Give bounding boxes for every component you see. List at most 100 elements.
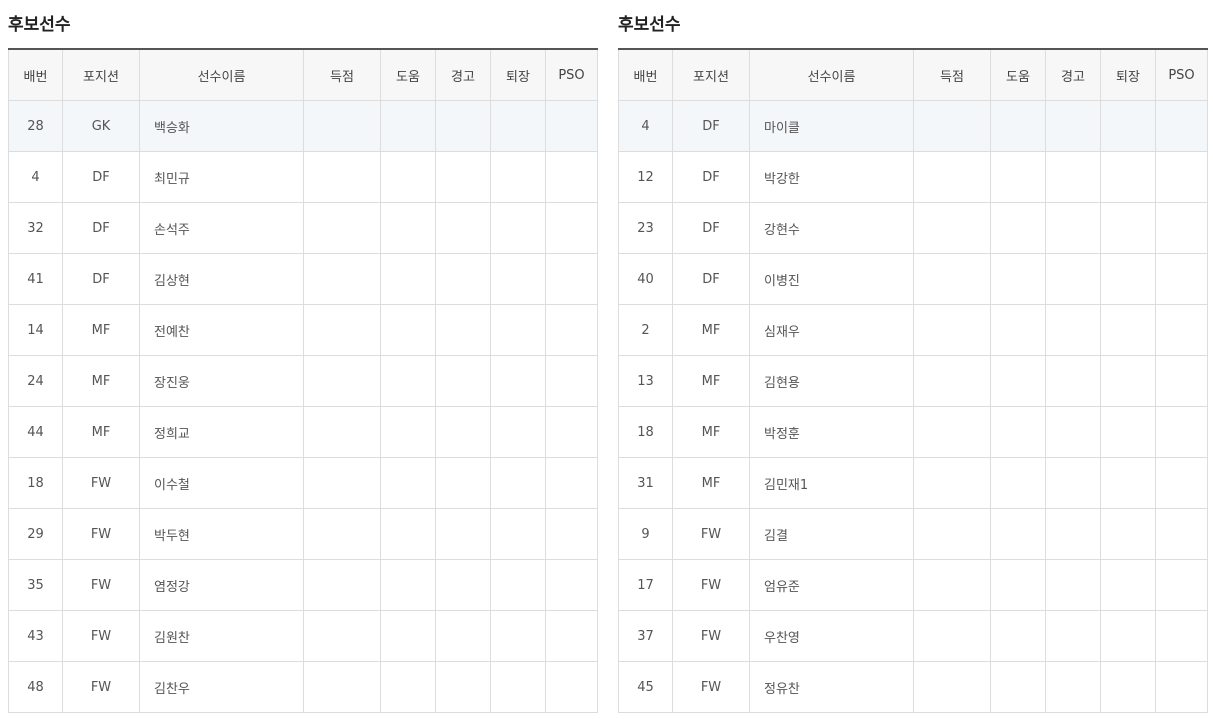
cell-yellow-cards (435, 457, 491, 509)
cell-player-name: 백승화 (139, 100, 304, 152)
cell-pso (545, 151, 598, 203)
cell-position: GK (62, 100, 140, 152)
cell-red-cards (490, 406, 546, 458)
cell-player-name: 김결 (749, 508, 914, 560)
table-row[interactable]: 43 FW 김원찬 (8, 610, 598, 662)
cell-red-cards (1100, 304, 1156, 356)
table-row[interactable]: 24 MF 장진웅 (8, 355, 598, 407)
cell-goals (913, 508, 991, 560)
cell-assists (380, 304, 436, 356)
table-row[interactable]: 18 FW 이수철 (8, 457, 598, 509)
cell-player-name: 강현수 (749, 202, 914, 254)
cell-yellow-cards (1045, 457, 1101, 509)
header-number: 배번 (618, 48, 673, 101)
substitutes-table: 배번 포지션 선수이름 득점 도움 경고 퇴장 PSO 28 GK 백승화 4 DF 최민… (8, 48, 598, 713)
table-row[interactable]: 23 DF 강현수 (618, 202, 1208, 254)
cell-player-name: 정유찬 (749, 661, 914, 713)
table-row[interactable]: 4 DF 최민규 (8, 151, 598, 203)
cell-pso (1155, 406, 1208, 458)
table-row[interactable]: 35 FW 염정강 (8, 559, 598, 611)
cell-number: 4 (618, 100, 673, 152)
cell-number: 41 (8, 253, 63, 305)
table-row[interactable]: 9 FW 김결 (618, 508, 1208, 560)
cell-position: FW (62, 661, 140, 713)
cell-pso (545, 508, 598, 560)
cell-assists (990, 151, 1046, 203)
table-row[interactable]: 45 FW 정유찬 (618, 661, 1208, 713)
table-row[interactable]: 41 DF 김상현 (8, 253, 598, 305)
cell-assists (380, 151, 436, 203)
cell-assists (380, 406, 436, 458)
cell-yellow-cards (435, 610, 491, 662)
cell-yellow-cards (1045, 100, 1101, 152)
cell-assists (990, 253, 1046, 305)
cell-red-cards (1100, 610, 1156, 662)
cell-red-cards (490, 661, 546, 713)
cell-yellow-cards (1045, 661, 1101, 713)
cell-assists (990, 355, 1046, 407)
cell-position: MF (672, 355, 750, 407)
cell-red-cards (490, 304, 546, 356)
table-row[interactable]: 12 DF 박강한 (618, 151, 1208, 203)
cell-yellow-cards (435, 100, 491, 152)
cell-yellow-cards (435, 508, 491, 560)
table-row[interactable]: 2 MF 심재우 (618, 304, 1208, 356)
cell-assists (990, 100, 1046, 152)
table-header-row: 배번 포지션 선수이름 득점 도움 경고 퇴장 PSO (8, 48, 598, 101)
table-row[interactable]: 28 GK 백승화 (8, 100, 598, 152)
cell-player-name: 손석주 (139, 202, 304, 254)
cell-red-cards (1100, 559, 1156, 611)
cell-position: FW (672, 661, 750, 713)
cell-yellow-cards (435, 304, 491, 356)
table-row[interactable]: 29 FW 박두현 (8, 508, 598, 560)
cell-goals (913, 559, 991, 611)
cell-red-cards (1100, 355, 1156, 407)
header-player-name: 선수이름 (749, 48, 914, 101)
cell-player-name: 심재우 (749, 304, 914, 356)
cell-player-name: 엄유준 (749, 559, 914, 611)
table-row[interactable]: 48 FW 김찬우 (8, 661, 598, 713)
table-row[interactable]: 14 MF 전예찬 (8, 304, 598, 356)
header-position: 포지션 (672, 48, 750, 101)
cell-pso (1155, 355, 1208, 407)
cell-assists (990, 610, 1046, 662)
table-row[interactable]: 32 DF 손석주 (8, 202, 598, 254)
cell-yellow-cards (1045, 355, 1101, 407)
cell-red-cards (490, 253, 546, 305)
cell-position: FW (62, 457, 140, 509)
cell-pso (545, 304, 598, 356)
table-row[interactable]: 31 MF 김민재1 (618, 457, 1208, 509)
cell-number: 32 (8, 202, 63, 254)
cell-number: 4 (8, 151, 63, 203)
cell-number: 40 (618, 253, 673, 305)
cell-red-cards (1100, 253, 1156, 305)
cell-number: 12 (618, 151, 673, 203)
cell-number: 18 (618, 406, 673, 458)
header-goals: 득점 (303, 48, 381, 101)
cell-goals (303, 100, 381, 152)
cell-goals (303, 610, 381, 662)
table-row[interactable]: 18 MF 박정훈 (618, 406, 1208, 458)
table-row[interactable]: 13 MF 김현용 (618, 355, 1208, 407)
cell-goals (913, 610, 991, 662)
table-row[interactable]: 37 FW 우찬영 (618, 610, 1208, 662)
cell-red-cards (490, 202, 546, 254)
substitutes-table: 배번 포지션 선수이름 득점 도움 경고 퇴장 PSO 4 DF 마이클 12 DF 박강… (618, 48, 1208, 713)
table-row[interactable]: 44 MF 정희교 (8, 406, 598, 458)
cell-number: 23 (618, 202, 673, 254)
table-row[interactable]: 17 FW 엄유준 (618, 559, 1208, 611)
table-row[interactable]: 40 DF 이병진 (618, 253, 1208, 305)
cell-position: DF (62, 253, 140, 305)
cell-assists (380, 661, 436, 713)
table-row[interactable]: 4 DF 마이클 (618, 100, 1208, 152)
cell-red-cards (490, 355, 546, 407)
cell-number: 24 (8, 355, 63, 407)
cell-player-name: 박정훈 (749, 406, 914, 458)
header-red-cards: 퇴장 (490, 48, 546, 101)
cell-position: MF (62, 304, 140, 356)
header-goals: 득점 (913, 48, 991, 101)
cell-position: FW (672, 508, 750, 560)
cell-assists (990, 661, 1046, 713)
cell-position: FW (62, 610, 140, 662)
cell-assists (990, 559, 1046, 611)
